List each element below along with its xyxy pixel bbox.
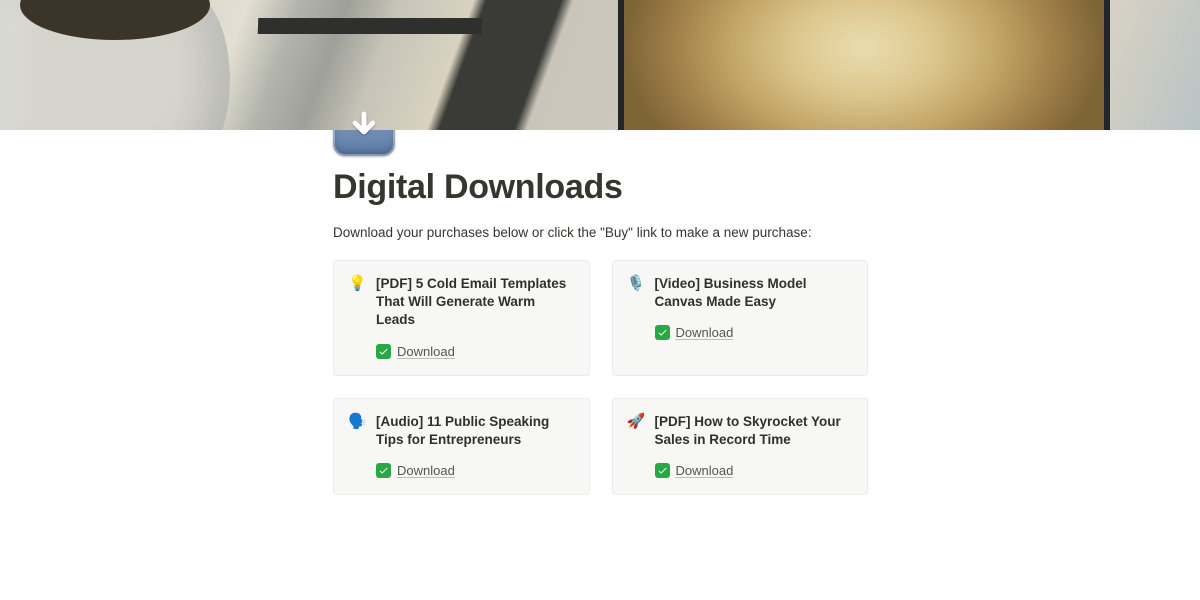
download-link[interactable]: Download — [676, 325, 734, 340]
cover-image — [0, 0, 1200, 130]
download-link[interactable]: Download — [397, 463, 455, 478]
download-card[interactable]: 🎙️ [Video] Business Model Canvas Made Ea… — [612, 260, 869, 376]
download-card[interactable]: 💡 [PDF] 5 Cold Email Templates That Will… — [333, 260, 590, 376]
download-title: [PDF] 5 Cold Email Templates That Will G… — [376, 275, 575, 330]
download-link[interactable]: Download — [397, 344, 455, 359]
download-card[interactable]: 🚀 [PDF] How to Skyrocket Your Sales in R… — [612, 398, 869, 495]
microphone-icon: 🎙️ — [627, 275, 645, 293]
check-icon — [655, 325, 670, 340]
downloads-grid: 💡 [PDF] 5 Cold Email Templates That Will… — [333, 260, 868, 495]
lightbulb-icon: 💡 — [348, 275, 366, 293]
download-title: [Audio] 11 Public Speaking Tips for Entr… — [376, 413, 575, 449]
page-title: Digital Downloads — [333, 168, 868, 207]
check-icon — [655, 463, 670, 478]
rocket-icon: 🚀 — [627, 413, 645, 431]
download-card[interactable]: 🗣️ [Audio] 11 Public Speaking Tips for E… — [333, 398, 590, 495]
intro-text: Download your purchases below or click t… — [333, 225, 868, 240]
page-content: Digital Downloads Download your purchase… — [333, 94, 868, 495]
download-title: [PDF] How to Skyrocket Your Sales in Rec… — [655, 413, 854, 449]
check-icon — [376, 344, 391, 359]
download-title: [Video] Business Model Canvas Made Easy — [655, 275, 854, 311]
arrow-down-icon — [346, 107, 382, 143]
speaking-head-icon: 🗣️ — [348, 413, 366, 431]
download-link[interactable]: Download — [676, 463, 734, 478]
check-icon — [376, 463, 391, 478]
